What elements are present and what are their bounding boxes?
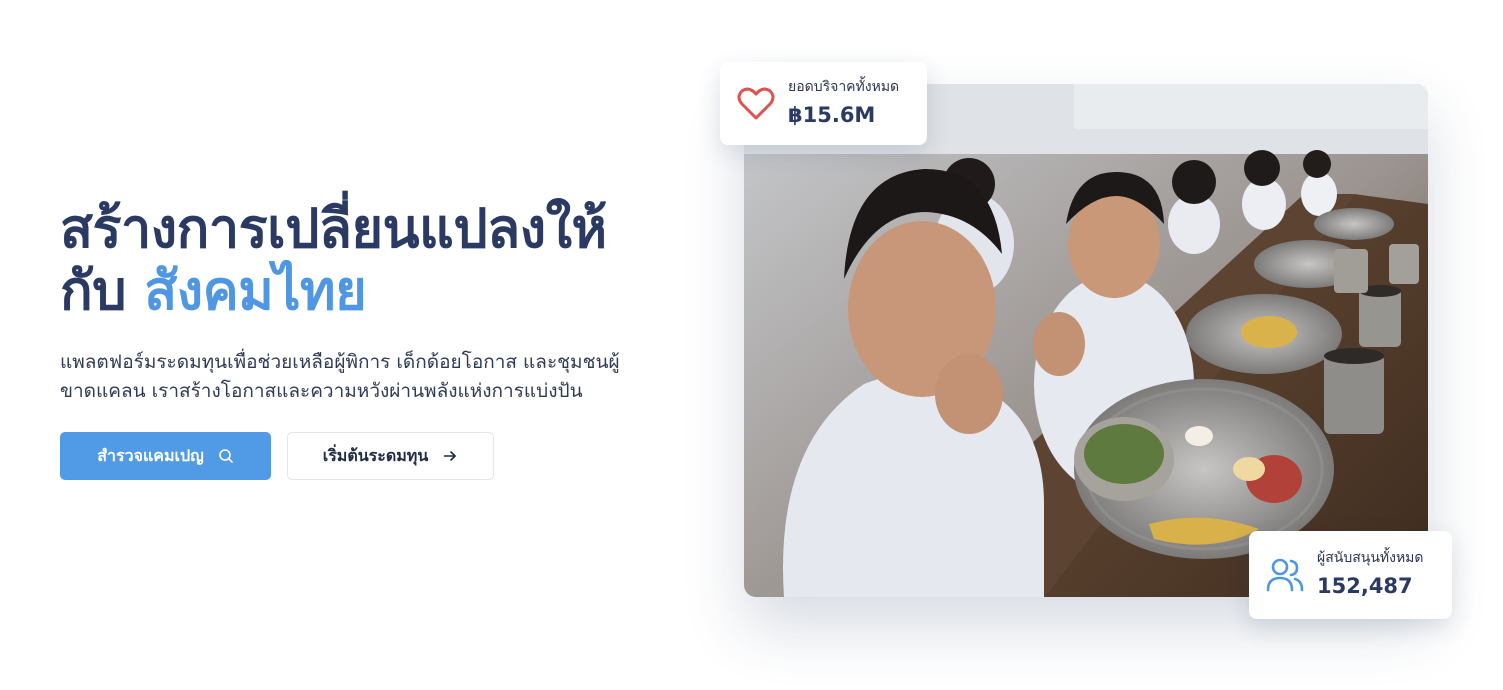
- hero-actions: สำรวจแคมเปญ เริ่มต้นระดมทุน: [60, 432, 494, 480]
- hero-title-accent: สังคมไทย: [144, 259, 367, 322]
- arrow-right-icon: [442, 448, 458, 464]
- explore-campaigns-label: สำรวจแคมเปญ: [97, 447, 204, 465]
- supporters-stat-value: 152,487: [1317, 574, 1413, 598]
- supporters-stat-label: ผู้สนับสนุนทั้งหมด: [1317, 550, 1424, 566]
- start-fundraising-label: เริ่มต้นระดมทุน: [322, 447, 429, 465]
- hero-title-prefix: กับ: [60, 259, 126, 322]
- donation-stat-label: ยอดบริจาคทั้งหมด: [788, 78, 900, 95]
- users-icon: [1265, 555, 1305, 595]
- donation-stat-value: ฿15.6M: [788, 102, 876, 127]
- search-icon: [218, 448, 234, 464]
- supporters-stat-card: ผู้สนับสนุนทั้งหมด 152,487: [1249, 531, 1452, 619]
- hero-title-line1: สร้างการเปลี่ยนแปลงให้: [60, 197, 607, 260]
- hero-photo: [744, 84, 1428, 597]
- donation-stat-card: ยอดบริจาคทั้งหมด ฿15.6M: [720, 62, 927, 145]
- hero-subtitle: แพลตฟอร์มระดมทุนเพื่อช่วยเหลือผู้พิการ เ…: [60, 351, 620, 402]
- hero-section: สร้างการเปลี่ยนแปลงให้ กับ สังคมไทย แพลต…: [60, 198, 700, 406]
- heart-icon: [736, 84, 776, 124]
- explore-campaigns-button[interactable]: สำรวจแคมเปญ: [60, 432, 271, 480]
- start-fundraising-button[interactable]: เริ่มต้นระดมทุน: [287, 432, 494, 480]
- hero-title: สร้างการเปลี่ยนแปลงให้ กับ สังคมไทย: [60, 198, 700, 322]
